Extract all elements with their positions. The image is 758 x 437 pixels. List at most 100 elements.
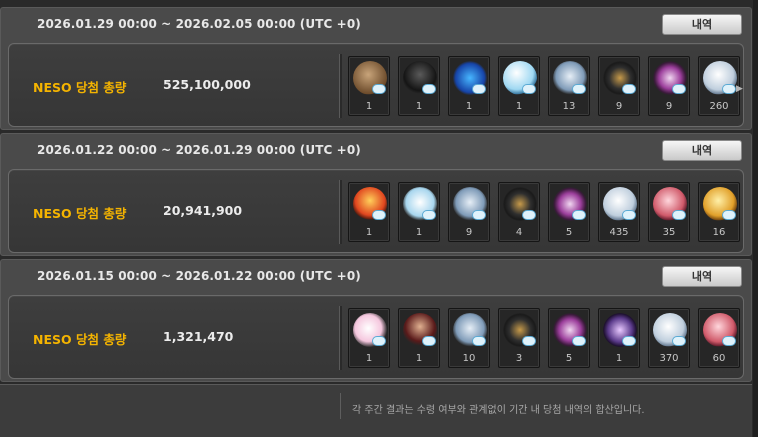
item-quantity: 1 bbox=[415, 227, 423, 238]
item-quantity: 1 bbox=[365, 101, 373, 112]
history-button[interactable]: 내역 bbox=[662, 140, 742, 161]
item-slot[interactable]: 260 bbox=[698, 56, 740, 116]
item-quantity: 4 bbox=[515, 227, 523, 238]
item-slot[interactable]: 1 bbox=[398, 182, 440, 242]
item-slot[interactable]: 1 bbox=[448, 56, 490, 116]
cloud-tag-icon bbox=[722, 84, 736, 94]
week-summary: NESO 당첨 총량 1,321,470 1 1 10 3 5 1 370 60 bbox=[8, 295, 744, 379]
cloud-tag-icon bbox=[572, 336, 586, 346]
week-summary: NESO 당첨 총량 20,941,900 1 1 9 4 5 435 35 1… bbox=[8, 169, 744, 253]
item-quantity: 1 bbox=[365, 353, 373, 364]
item-slot[interactable]: 13 bbox=[548, 56, 590, 116]
item-slot[interactable]: 370 bbox=[648, 308, 690, 368]
cloud-tag-icon bbox=[472, 84, 486, 94]
item-quantity: 1 bbox=[365, 227, 373, 238]
item-slot[interactable]: 1 bbox=[598, 308, 640, 368]
footer-divider bbox=[340, 393, 341, 419]
week-header: 2026.01.29 00:00 ~ 2026.02.05 00:00 (UTC… bbox=[1, 8, 751, 44]
item-slot[interactable]: 5 bbox=[548, 182, 590, 242]
cloud-tag-icon bbox=[722, 210, 736, 220]
item-slot[interactable]: 5 bbox=[548, 308, 590, 368]
footer: 각 주간 결과는 수령 여부와 관계없이 기간 내 당첨 내역의 합산입니다. bbox=[0, 384, 752, 437]
item-quantity: 1 bbox=[465, 101, 473, 112]
item-slot[interactable]: 9 bbox=[448, 182, 490, 242]
item-quantity: 16 bbox=[712, 227, 726, 238]
cloud-tag-icon bbox=[422, 336, 436, 346]
footer-note: 각 주간 결과는 수령 여부와 관계없이 기간 내 당첨 내역의 합산입니다. bbox=[352, 405, 645, 416]
cloud-tag-icon bbox=[672, 210, 686, 220]
cloud-tag-icon bbox=[672, 84, 686, 94]
item-quantity: 9 bbox=[615, 101, 623, 112]
item-quantity: 13 bbox=[562, 101, 576, 112]
week-period: 2026.01.29 00:00 ~ 2026.02.05 00:00 (UTC… bbox=[37, 17, 361, 31]
items-divider bbox=[339, 306, 342, 370]
item-slot[interactable]: 1 bbox=[398, 308, 440, 368]
item-quantity: 1 bbox=[615, 353, 623, 364]
item-slot[interactable]: 16 bbox=[698, 182, 740, 242]
item-quantity: 1 bbox=[415, 353, 423, 364]
scroll-right-icon[interactable]: ▶ bbox=[736, 84, 743, 94]
week-panel: 2026.01.29 00:00 ~ 2026.02.05 00:00 (UTC… bbox=[0, 7, 752, 130]
cloud-tag-icon bbox=[672, 336, 686, 346]
history-button[interactable]: 내역 bbox=[662, 266, 742, 287]
scrollbar[interactable] bbox=[753, 0, 758, 437]
item-slot[interactable]: 4 bbox=[498, 182, 540, 242]
item-slot[interactable]: 1 bbox=[348, 56, 390, 116]
item-slot[interactable]: 3 bbox=[498, 308, 540, 368]
week-period: 2026.01.22 00:00 ~ 2026.01.29 00:00 (UTC… bbox=[37, 143, 361, 157]
cloud-tag-icon bbox=[372, 210, 386, 220]
item-quantity: 35 bbox=[662, 227, 676, 238]
week-panel: 2026.01.15 00:00 ~ 2026.01.22 00:00 (UTC… bbox=[0, 259, 752, 382]
item-quantity: 3 bbox=[515, 353, 523, 364]
cloud-tag-icon bbox=[472, 210, 486, 220]
cloud-tag-icon bbox=[522, 210, 536, 220]
item-quantity: 10 bbox=[462, 353, 476, 364]
item-quantity: 9 bbox=[465, 227, 473, 238]
items-divider bbox=[339, 54, 342, 118]
cloud-tag-icon bbox=[522, 336, 536, 346]
cloud-tag-icon bbox=[622, 336, 636, 346]
cloud-tag-icon bbox=[422, 210, 436, 220]
week-panel: 2026.01.22 00:00 ~ 2026.01.29 00:00 (UTC… bbox=[0, 133, 752, 256]
cloud-tag-icon bbox=[572, 84, 586, 94]
neso-total-label: NESO 당첨 총량 bbox=[33, 332, 127, 347]
item-slot[interactable]: 9 bbox=[598, 56, 640, 116]
cloud-tag-icon bbox=[722, 336, 736, 346]
item-slot[interactable]: 60 bbox=[698, 308, 740, 368]
item-quantity: 5 bbox=[565, 353, 573, 364]
neso-total-amount: 1,321,470 bbox=[163, 329, 234, 344]
item-quantity: 5 bbox=[565, 227, 573, 238]
cloud-tag-icon bbox=[622, 210, 636, 220]
item-quantity: 370 bbox=[659, 353, 679, 364]
cloud-tag-icon bbox=[522, 84, 536, 94]
week-header: 2026.01.15 00:00 ~ 2026.01.22 00:00 (UTC… bbox=[1, 260, 751, 296]
neso-total-label: NESO 당첨 총량 bbox=[33, 80, 127, 95]
item-slot[interactable]: 1 bbox=[348, 308, 390, 368]
item-slot[interactable]: 1 bbox=[498, 56, 540, 116]
item-slot[interactable]: 9 bbox=[648, 56, 690, 116]
item-slot[interactable]: 35 bbox=[648, 182, 690, 242]
item-quantity: 1 bbox=[415, 101, 423, 112]
item-quantity: 9 bbox=[665, 101, 673, 112]
week-header: 2026.01.22 00:00 ~ 2026.01.29 00:00 (UTC… bbox=[1, 134, 751, 170]
cloud-tag-icon bbox=[472, 336, 486, 346]
item-slot[interactable]: 10 bbox=[448, 308, 490, 368]
item-quantity: 260 bbox=[709, 101, 729, 112]
item-quantity: 435 bbox=[609, 227, 629, 238]
item-slot[interactable]: 1 bbox=[398, 56, 440, 116]
history-button[interactable]: 내역 bbox=[662, 14, 742, 35]
neso-total-amount: 20,941,900 bbox=[163, 203, 243, 218]
cloud-tag-icon bbox=[622, 84, 636, 94]
item-quantity: 1 bbox=[515, 101, 523, 112]
cloud-tag-icon bbox=[422, 84, 436, 94]
cloud-tag-icon bbox=[372, 336, 386, 346]
cloud-tag-icon bbox=[572, 210, 586, 220]
cloud-tag-icon bbox=[372, 84, 386, 94]
week-summary: NESO 당첨 총량 525,100,000 1 1 1 1 13 9 9 26… bbox=[8, 43, 744, 127]
item-slot[interactable]: 1 bbox=[348, 182, 390, 242]
items-divider bbox=[339, 180, 342, 244]
item-quantity: 60 bbox=[712, 353, 726, 364]
neso-total-label: NESO 당첨 총량 bbox=[33, 206, 127, 221]
neso-total-amount: 525,100,000 bbox=[163, 77, 251, 92]
item-slot[interactable]: 435 bbox=[598, 182, 640, 242]
